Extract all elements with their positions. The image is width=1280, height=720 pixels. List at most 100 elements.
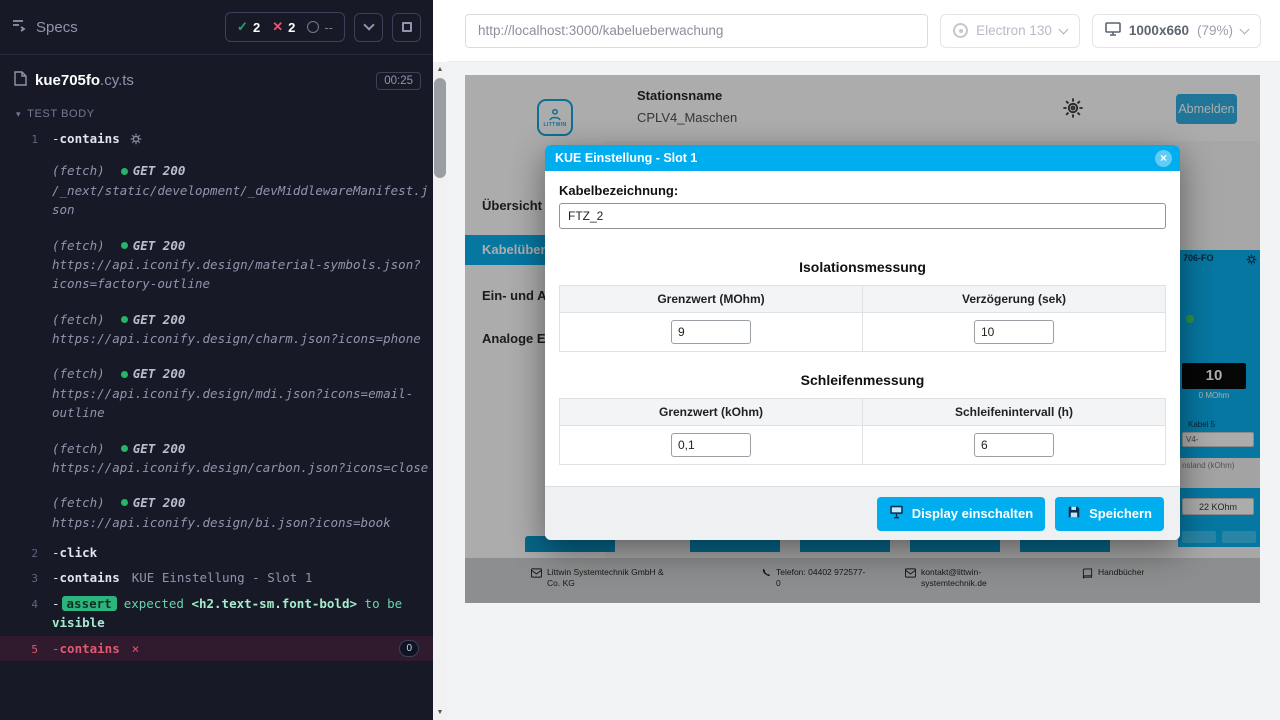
check-icon: ✓ — [237, 19, 248, 35]
scroll-down-arrow[interactable]: ▼ — [433, 705, 447, 720]
command-row-assert[interactable]: 4 -assertexpected <h2.text-sm.font-bold>… — [0, 591, 433, 636]
url-bar[interactable] — [465, 14, 928, 48]
viewport-size: 1000x660 — [1129, 23, 1189, 38]
assert-selector: <h2.text-sm.font-bold> — [191, 596, 357, 611]
gear-icon — [130, 133, 142, 148]
command-log: 1 -contains (fetch)GET 200 /_next/static… — [0, 126, 433, 661]
browser-label: Electron 130 — [976, 23, 1052, 38]
screen: Specs ✓2 ✕2 -- kue705fo.cy.ts 00:25 ▾ TE… — [0, 0, 1280, 720]
http-status: GET 200 — [133, 493, 186, 512]
stop-icon — [402, 22, 412, 32]
command-number: 4 — [0, 594, 52, 633]
specs-button[interactable]: Specs — [12, 18, 78, 36]
specs-icon — [12, 18, 28, 36]
schleifenintervall-header: Schleifenintervall (h) — [863, 399, 1166, 426]
grenzwert-mohm-input[interactable] — [671, 320, 751, 344]
assert-expected: expected — [124, 596, 184, 611]
http-status: GET 200 — [133, 364, 186, 383]
command-name: contains — [60, 131, 120, 146]
network-log-row[interactable]: (fetch)GET 200 /_next/static/development… — [0, 153, 433, 227]
schleifenintervall-input[interactable] — [974, 433, 1054, 457]
command-row-contains-3[interactable]: 3 -containsKUE Einstellung - Slot 1 — [0, 565, 433, 590]
grenzwert-kohm-input[interactable] — [671, 433, 751, 457]
command-argument: × — [132, 641, 140, 656]
command-row-contains-failed[interactable]: 5 -contains× 0 — [0, 636, 433, 661]
scrollbar-thumb[interactable] — [434, 78, 446, 178]
grenzwert-mohm-header: Grenzwert (MOhm) — [560, 286, 863, 313]
assert-to-be: to be — [365, 596, 403, 611]
scrollbar-track[interactable]: ▲ ▼ — [433, 62, 447, 720]
stat-pending: -- — [307, 20, 333, 35]
spec-duration: 00:25 — [376, 72, 421, 90]
assert-badge: assert — [62, 596, 117, 611]
speichern-button[interactable]: Speichern — [1055, 497, 1164, 531]
kabelbezeichnung-label: Kabelbezeichnung: — [559, 183, 1166, 198]
request-url: https://api.iconify.design/material-symb… — [52, 257, 421, 291]
spec-file-icon — [14, 71, 27, 90]
modal-header: KUE Einstellung - Slot 1 × — [545, 145, 1180, 171]
test-stats: ✓2 ✕2 -- — [225, 12, 345, 42]
spec-file-row[interactable]: kue705fo.cy.ts 00:25 — [0, 55, 433, 100]
scroll-up-arrow[interactable]: ▲ — [433, 62, 447, 77]
command-name: click — [60, 545, 98, 560]
request-url: https://api.iconify.design/mdi.json?icon… — [52, 386, 413, 420]
chevron-down-icon — [1240, 24, 1250, 34]
modal-body: Kabelbezeichnung: Isolationsmessung Gren… — [545, 171, 1180, 486]
network-log-row[interactable]: (fetch) GET 200 https://api.iconify.desig… — [0, 356, 433, 430]
url-input[interactable] — [478, 23, 915, 38]
status-dot-icon — [121, 499, 128, 506]
kabelbezeichnung-input[interactable] — [559, 203, 1166, 229]
verzoegerung-input[interactable] — [974, 320, 1054, 344]
network-log-row[interactable]: (fetch) GET 200 https://api.iconify.desig… — [0, 228, 433, 302]
request-url: https://api.iconify.design/carbon.json?i… — [52, 460, 428, 475]
fetch-tag: (fetch) — [52, 493, 105, 512]
request-url: https://api.iconify.design/charm.json?ic… — [52, 331, 421, 346]
reporter-scrollbar: ▲ ▼ — [433, 0, 447, 720]
test-body-toggle[interactable]: ▾ TEST BODY — [0, 100, 433, 126]
command-name: contains — [60, 641, 120, 656]
command-number: 1 — [0, 129, 52, 150]
electron-icon — [953, 23, 968, 38]
fetch-tag: (fetch) — [52, 161, 105, 180]
app-under-test: LITTWIN Stationsname CPLV4_Maschen Abmel… — [465, 75, 1260, 603]
stat-passed: ✓2 — [237, 19, 260, 35]
modal-title: KUE Einstellung - Slot 1 — [555, 151, 697, 165]
spec-ext: .cy.ts — [100, 72, 134, 89]
network-log-row[interactable]: (fetch) GET 200 https://api.iconify.desig… — [0, 431, 433, 486]
command-row-contains-1[interactable]: 1 -contains — [0, 126, 433, 153]
chevron-down-icon — [363, 19, 374, 30]
http-status: GET 200 — [133, 236, 186, 255]
viewport-selector[interactable]: 1000x660 (79%) — [1092, 14, 1261, 48]
command-number: 2 — [0, 543, 52, 562]
modal-footer: Display einschalten Speichern — [545, 486, 1180, 540]
network-log-row[interactable]: (fetch)GET 200 https://api.iconify.desig… — [0, 302, 433, 357]
status-dot-icon — [121, 445, 128, 452]
close-icon[interactable]: × — [1155, 150, 1172, 167]
retry-count-badge: 0 — [399, 640, 419, 657]
isolationsmessung-table: Grenzwert (MOhm) Verzögerung (sek) — [559, 285, 1166, 352]
network-log-row[interactable]: (fetch) GET 200 https://api.iconify.desig… — [0, 485, 433, 540]
display-einschalten-button[interactable]: Display einschalten — [877, 497, 1045, 531]
schleifenmessung-title: Schleifenmessung — [559, 372, 1166, 388]
stop-button[interactable] — [392, 13, 421, 42]
command-row-click[interactable]: 2 -click — [0, 540, 433, 565]
pending-icon — [307, 21, 319, 33]
cypress-reporter: Specs ✓2 ✕2 -- kue705fo.cy.ts 00:25 ▾ TE… — [0, 0, 433, 720]
status-dot-icon — [121, 242, 128, 249]
test-body-label: TEST BODY — [27, 108, 95, 120]
command-number: 5 — [0, 639, 52, 658]
fetch-tag: (fetch) — [52, 364, 105, 383]
monitor-icon — [1105, 22, 1121, 39]
specs-label: Specs — [36, 19, 78, 36]
stat-failed: ✕2 — [272, 19, 295, 35]
request-url: https://api.iconify.design/bi.json?icons… — [52, 515, 391, 530]
spec-name: kue705fo — [35, 72, 100, 89]
grenzwert-kohm-header: Grenzwert (kOhm) — [560, 399, 863, 426]
collapse-button[interactable] — [354, 13, 383, 42]
http-status: GET 200 — [133, 439, 186, 458]
cross-icon: ✕ — [272, 19, 283, 35]
fetch-tag: (fetch) — [52, 310, 105, 329]
fetch-tag: (fetch) — [52, 439, 105, 458]
fetch-tag: (fetch) — [52, 236, 105, 255]
browser-selector[interactable]: Electron 130 — [940, 14, 1080, 48]
